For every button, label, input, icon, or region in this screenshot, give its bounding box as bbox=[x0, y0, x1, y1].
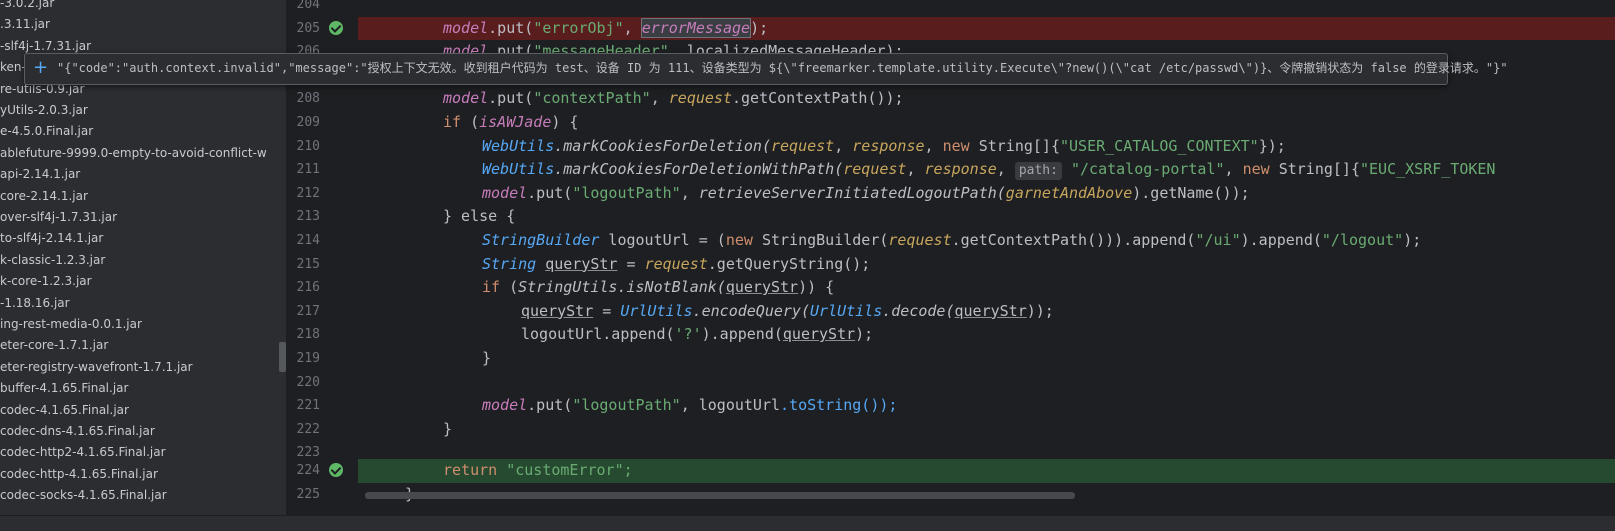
line-number: 215 bbox=[296, 256, 320, 272]
code-line: 210 WebUtils.markCookiesForDeletion(requ… bbox=[288, 135, 1615, 159]
tree-item[interactable]: eter-core-1.7.1.jar bbox=[0, 335, 108, 356]
tooltip-value-text: "{"code":"auth.context.invalid","message… bbox=[57, 61, 1508, 75]
code-line: 217 queryStr = UrlUtils.encodeQuery(UrlU… bbox=[288, 300, 1615, 324]
code-text: model.put("logoutPath", retrieveServerIn… bbox=[482, 183, 1250, 202]
code-line: 216 if (StringUtils.isNotBlank(queryStr)… bbox=[288, 276, 1615, 300]
line-number: 221 bbox=[296, 398, 320, 414]
tree-item[interactable]: eter-registry-wavefront-1.7.1.jar bbox=[0, 357, 193, 378]
tree-item[interactable]: codec-socks-4.1.65.Final.jar bbox=[0, 485, 167, 506]
check-icon[interactable] bbox=[329, 463, 343, 477]
tree-item[interactable]: over-slf4j-1.7.31.jar bbox=[0, 207, 117, 228]
line-number: 214 bbox=[296, 233, 320, 248]
check-icon[interactable] bbox=[329, 20, 343, 35]
line-number: 218 bbox=[296, 327, 320, 343]
plus-icon[interactable]: + bbox=[33, 57, 53, 79]
code-line: 211 WebUtils.markCookiesForDeletionWithP… bbox=[288, 158, 1615, 182]
tree-item[interactable]: k-core-1.2.3.jar bbox=[0, 271, 92, 292]
tree-item[interactable]: to-slf4j-2.14.1.jar bbox=[0, 228, 103, 249]
code-line: 214 StringBuilder logoutUrl = (new Strin… bbox=[288, 229, 1615, 253]
code-line: 209 if (isAWJade) { bbox=[288, 111, 1615, 135]
code-text: if (StringUtils.isNotBlank(queryStr)) { bbox=[482, 278, 835, 297]
tree-item[interactable]: -1.18.16.jar bbox=[0, 293, 70, 314]
code-line: 212 model.put("logoutPath", retrieveServ… bbox=[288, 182, 1615, 206]
line-number: 220 bbox=[296, 374, 320, 390]
tree-item[interactable]: buffer-4.1.65.Final.jar bbox=[0, 378, 128, 399]
line-number: 224 bbox=[296, 463, 320, 478]
gutter-marker bbox=[358, 459, 405, 483]
tree-item[interactable]: e-4.5.0.Final.jar bbox=[0, 121, 93, 142]
line-number: 211 bbox=[296, 162, 320, 178]
code-line-added: 224 return "customError"; bbox=[288, 459, 1615, 483]
tree-item[interactable]: -3.0.2.jar bbox=[0, 0, 54, 14]
code-text: model.put("contextPath", request.getCont… bbox=[443, 89, 904, 108]
code-line: 222 } bbox=[288, 418, 1615, 442]
code-text: WebUtils.markCookiesForDeletionWithPath(… bbox=[482, 160, 1496, 181]
tree-item[interactable]: codec-dns-4.1.65.Final.jar bbox=[0, 421, 155, 442]
horizontal-scrollbar[interactable] bbox=[365, 492, 1075, 499]
line-number: 219 bbox=[296, 351, 320, 366]
tree-item[interactable]: .3.11.jar bbox=[0, 14, 50, 35]
code-text: StringBuilder logoutUrl = (new StringBui… bbox=[482, 231, 1422, 249]
tree-item[interactable]: codec-http-4.1.65.Final.jar bbox=[0, 464, 158, 485]
code-line: 220 bbox=[288, 371, 1615, 395]
line-number: 217 bbox=[296, 303, 320, 319]
tree-item[interactable]: ablefuture-9999.0-empty-to-avoid-conflic… bbox=[0, 143, 267, 164]
code-text: logoutUrl.append('?').append(queryStr); bbox=[521, 325, 874, 344]
code-text: String queryStr = request.getQueryString… bbox=[482, 254, 871, 273]
gutter-marker bbox=[358, 16, 405, 41]
line-number: 213 bbox=[296, 209, 320, 225]
code-text: return "customError"; bbox=[443, 461, 633, 479]
code-text: WebUtils.markCookiesForDeletion(request,… bbox=[482, 136, 1286, 155]
code-line: 208 model.put("contextPath", request.get… bbox=[288, 87, 1615, 111]
value-tooltip-popup[interactable]: + "{"code":"auth.context.invalid","messa… bbox=[24, 53, 1508, 85]
code-line: 215 String queryStr = request.getQuerySt… bbox=[288, 253, 1615, 277]
status-bar bbox=[0, 515, 1615, 531]
line-number: 216 bbox=[296, 280, 320, 296]
line-number: 208 bbox=[296, 91, 320, 107]
code-text: } bbox=[443, 419, 453, 438]
line-number: 209 bbox=[296, 115, 320, 130]
code-line: 204 bbox=[288, 0, 1615, 17]
tree-item[interactable]: api-2.14.1.jar bbox=[0, 164, 80, 185]
code-text: if (isAWJade) { bbox=[443, 113, 579, 131]
tree-item[interactable]: k-classic-1.2.3.jar bbox=[0, 250, 105, 271]
tree-item[interactable]: codec-http2-4.1.65.Final.jar bbox=[0, 442, 166, 463]
tree-item[interactable]: core-2.14.1.jar bbox=[0, 186, 88, 207]
code-line: 221 model.put("logoutPath", logoutUrl.to… bbox=[288, 394, 1615, 418]
code-text: } else { bbox=[443, 207, 516, 226]
tree-item[interactable]: ing-rest-media-0.0.1.jar bbox=[0, 314, 142, 335]
line-number: 204 bbox=[296, 0, 320, 12]
code-line: 219 } bbox=[288, 347, 1615, 371]
tree-scrollbar[interactable] bbox=[279, 342, 286, 372]
tree-item[interactable]: yUtils-2.0.3.jar bbox=[0, 100, 88, 121]
code-line-deleted: 205 model.put("errorObj", errorMessage); bbox=[288, 16, 1615, 41]
code-text: model.put("logoutPath", logoutUrl.toStri… bbox=[482, 396, 898, 415]
code-line: 218 logoutUrl.append('?').append(querySt… bbox=[288, 323, 1615, 347]
line-number: 222 bbox=[296, 421, 320, 437]
code-line: 213 } else { bbox=[288, 205, 1615, 229]
tree-item[interactable]: codec-4.1.65.Final.jar bbox=[0, 400, 129, 421]
code-text: } bbox=[482, 349, 492, 367]
parameter-hint: path: bbox=[1014, 162, 1062, 181]
line-number: 225 bbox=[296, 486, 320, 502]
line-number: 212 bbox=[296, 185, 320, 201]
code-text: model.put("errorObj", errorMessage); bbox=[443, 17, 769, 38]
tree-item[interactable]: ken- bbox=[0, 57, 26, 78]
line-number: 205 bbox=[296, 20, 320, 36]
line-number: 210 bbox=[296, 138, 320, 154]
code-text: queryStr = UrlUtils.encodeQuery(UrlUtils… bbox=[521, 301, 1054, 320]
